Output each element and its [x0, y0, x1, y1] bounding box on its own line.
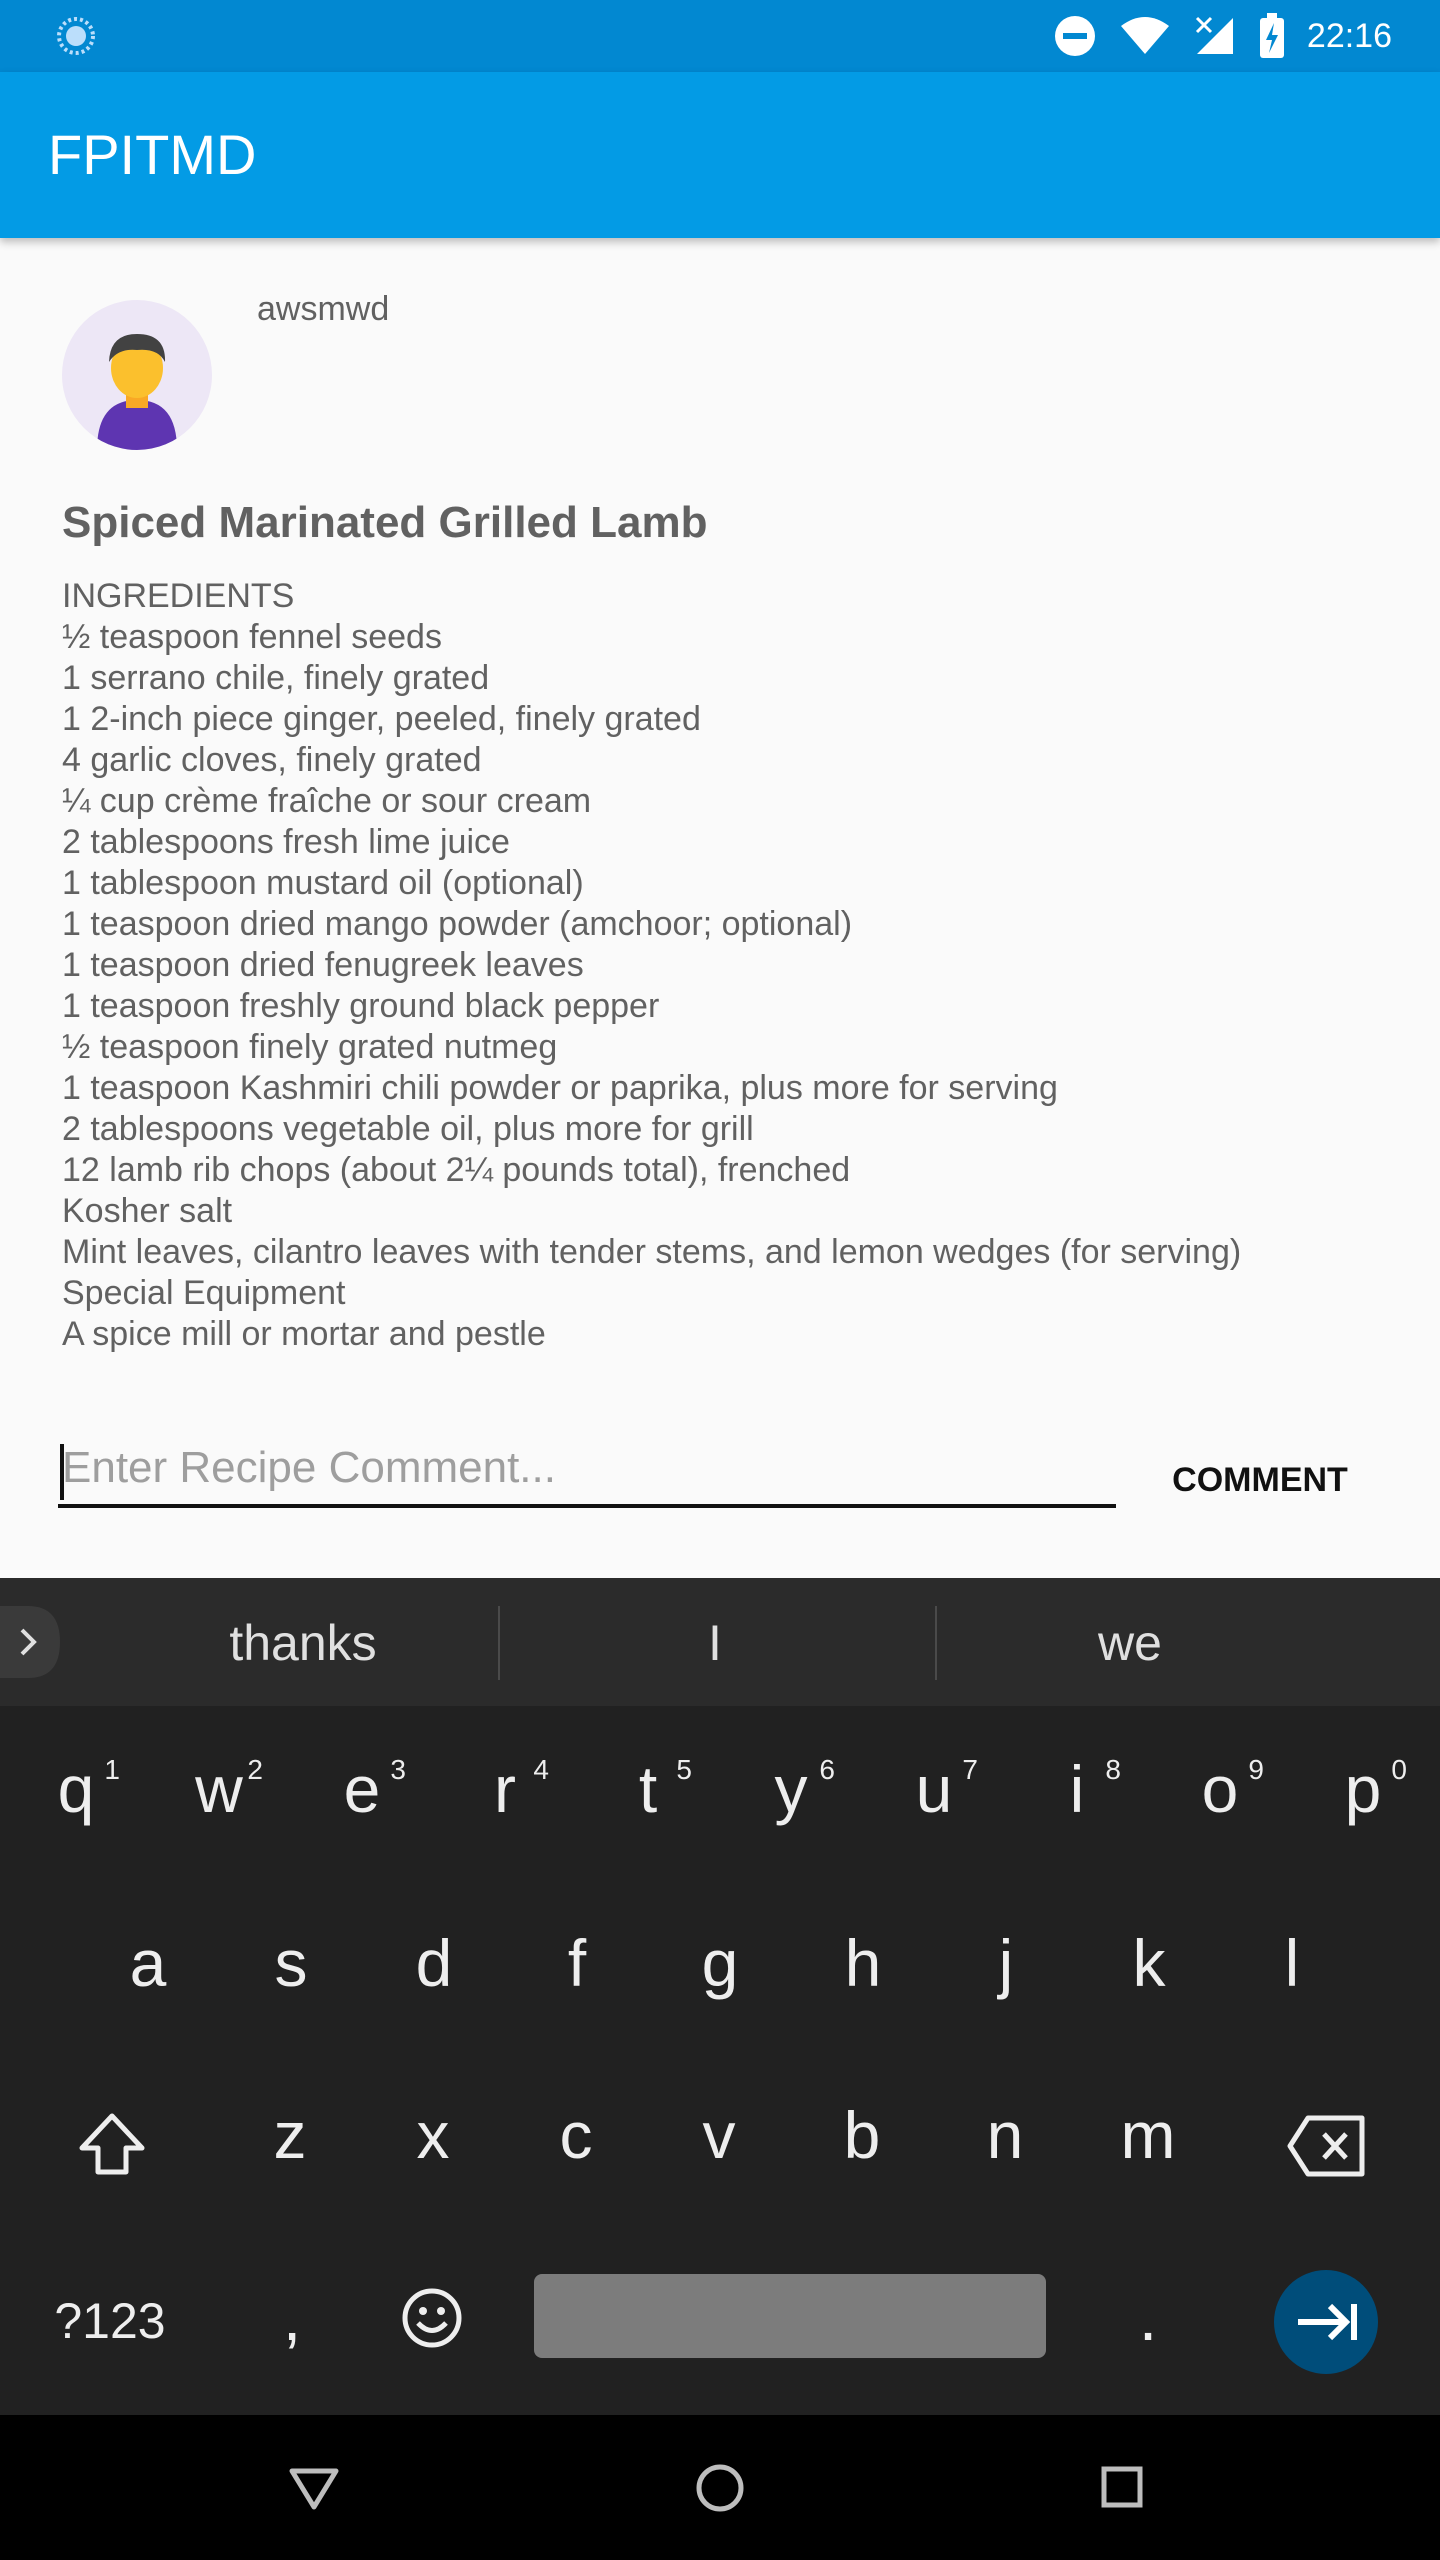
space-key[interactable] — [534, 2274, 1046, 2358]
key-n[interactable]: n — [965, 2102, 1045, 2168]
navigation-bar — [0, 2415, 1440, 2560]
key-g[interactable]: g — [680, 1930, 760, 1996]
ingredient-line: 2 tablespoons fresh lime juice — [62, 823, 510, 861]
key-p[interactable]: p0 — [1323, 1754, 1407, 1822]
key-r[interactable]: r4 — [465, 1754, 549, 1822]
comment-button[interactable]: COMMENT — [1140, 1450, 1380, 1510]
app-title: FPITMD — [48, 123, 257, 186]
key-c[interactable]: c — [536, 2102, 616, 2168]
key-q[interactable]: q1 — [36, 1754, 120, 1822]
key-i[interactable]: i8 — [1037, 1754, 1121, 1822]
status-bar: 22:16 — [0, 0, 1440, 72]
key-v[interactable]: v — [679, 2102, 759, 2168]
ingredient-line: 12 lamb rib chops (about 2¼ pounds total… — [62, 1151, 851, 1189]
recipe-title: Spiced Marinated Grilled Lamb — [62, 498, 708, 547]
ingredient-line: 1 teaspoon Kashmiri chili powder or papr… — [62, 1069, 1058, 1107]
ingredient-line: ½ teaspoon finely grated nutmeg — [62, 1028, 558, 1066]
suggestion-divider — [935, 1606, 937, 1680]
ingredient-line: INGREDIENTS — [62, 577, 295, 615]
ingredient-line: 1 teaspoon dried mango powder (amchoor; … — [62, 905, 853, 943]
key-x[interactable]: x — [393, 2102, 473, 2168]
wifi-icon — [1120, 17, 1169, 54]
suggestion-divider — [498, 1606, 500, 1680]
home-circle-icon[interactable] — [693, 2461, 747, 2515]
app-bar: FPITMD — [0, 72, 1440, 238]
soft-keyboard: thanks I we q1 w2 e3 r4 t5 y6 u7 i8 o9 p0 asdfghj… — [0, 1578, 1440, 2415]
key-h[interactable]: h — [823, 1930, 903, 1996]
key-j[interactable]: j — [966, 1930, 1046, 1996]
suggestion-3[interactable]: we — [960, 1608, 1300, 1678]
ingredient-line: 1 teaspoon freshly ground black pepper — [62, 987, 660, 1025]
person-avatar-icon[interactable] — [62, 300, 212, 450]
ingredient-line: ¼ cup crème fraîche or sour cream — [62, 782, 592, 820]
period-key[interactable]: . — [1118, 2284, 1178, 2350]
symbols-key[interactable]: ?123 — [40, 2288, 180, 2354]
key-m[interactable]: m — [1108, 2102, 1188, 2168]
ingredient-line: 1 tablespoon mustard oil (optional) — [62, 864, 584, 902]
ingredient-line: 2 tablespoons vegetable oil, plus more f… — [62, 1110, 754, 1148]
ingredient-line: 1 teaspoon dried fenugreek leaves — [62, 946, 584, 984]
recents-square-icon[interactable] — [1098, 2463, 1146, 2511]
battery-charging-icon — [1259, 13, 1284, 58]
do-not-disturb-icon — [1054, 16, 1095, 56]
key-a[interactable]: a — [108, 1930, 188, 1996]
tab-arrow-icon — [1298, 2303, 1357, 2341]
comment-input[interactable] — [58, 1432, 1116, 1508]
status-time: 22:16 — [1306, 16, 1392, 55]
key-s[interactable]: s — [251, 1930, 331, 1996]
ingredient-line: 1 2-inch piece ginger, peeled, finely gr… — [62, 700, 701, 738]
key-k[interactable]: k — [1109, 1930, 1189, 1996]
ingredient-line: Mint leaves, cilantro leaves with tender… — [62, 1233, 1242, 1271]
shift-icon[interactable] — [76, 2108, 148, 2180]
ingredient-line: 1 serrano chile, finely grated — [62, 659, 490, 697]
key-e[interactable]: e3 — [322, 1754, 406, 1822]
enter-key[interactable] — [1274, 2270, 1378, 2374]
key-f[interactable]: f — [537, 1930, 617, 1996]
key-w[interactable]: w2 — [179, 1754, 263, 1822]
key-d[interactable]: d — [394, 1930, 474, 1996]
ingredient-line: Special Equipment — [62, 1274, 346, 1312]
key-o[interactable]: o9 — [1180, 1754, 1264, 1822]
key-z[interactable]: z — [250, 2102, 330, 2168]
username: awsmwd — [257, 290, 390, 328]
key-t[interactable]: t5 — [608, 1754, 692, 1822]
ingredients-list: INGREDIENTS ½ teaspoon fennel seeds 1 serr… — [62, 576, 1402, 1355]
chevron-right-icon[interactable] — [0, 1606, 60, 1678]
ingredient-line: 4 garlic cloves, finely grated — [62, 741, 482, 779]
comma-key[interactable]: , — [262, 2284, 322, 2350]
emoji-icon[interactable] — [400, 2286, 464, 2350]
suggestion-bar: thanks I we — [0, 1578, 1440, 1706]
text-cursor — [60, 1444, 64, 1500]
suggestion-2[interactable]: I — [530, 1608, 900, 1678]
key-b[interactable]: b — [822, 2102, 902, 2168]
back-triangle-icon[interactable] — [286, 2463, 342, 2513]
key-l[interactable]: l — [1252, 1930, 1332, 1996]
key-u[interactable]: u7 — [894, 1754, 978, 1822]
ingredient-line: ½ teaspoon fennel seeds — [62, 618, 442, 656]
suggestion-1[interactable]: thanks — [120, 1608, 486, 1678]
status-icons: 22:16 — [1053, 0, 1392, 72]
loading-icon — [57, 17, 95, 55]
ingredient-line: A spice mill or mortar and pestle — [62, 1315, 546, 1353]
key-y[interactable]: y6 — [751, 1754, 836, 1822]
ingredient-line: Kosher salt — [62, 1192, 233, 1230]
signal-no-data-icon — [1195, 16, 1233, 54]
backspace-icon[interactable] — [1286, 2114, 1366, 2178]
